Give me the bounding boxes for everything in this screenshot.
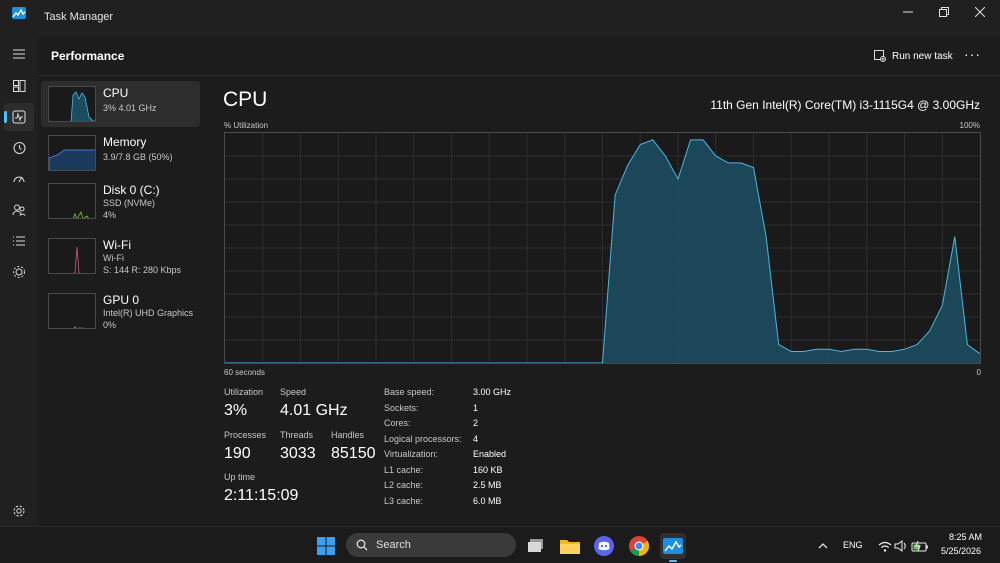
clock-time[interactable]: 8:25 AM [949, 532, 982, 542]
device-name: Memory [103, 135, 147, 149]
run-new-task-button[interactable]: Run new task [874, 46, 953, 66]
page-title: Performance [51, 49, 125, 63]
cpu-thumbnail-graph [48, 86, 96, 122]
settings-icon[interactable] [4, 498, 34, 524]
handles-label: Handles [331, 430, 365, 440]
run-new-task-label: Run new task [892, 50, 953, 62]
task-manager-app-icon [12, 7, 26, 19]
speed-value: 4.01 GHz [280, 402, 348, 419]
device-item-gpu[interactable]: GPU 0 Intel(R) UHD Graphics 0% [41, 288, 200, 334]
device-name: GPU 0 [103, 293, 140, 307]
y-axis-label: % Utilization [224, 121, 269, 130]
device-detail: 3.9/7.8 GB (50%) [103, 152, 173, 162]
virtualization-label: Virtualization: [384, 449, 438, 459]
cpu-model: 11th Gen Intel(R) Core(TM) i3-1115G4 @ 3… [710, 98, 980, 112]
cores-label: Cores: [384, 418, 411, 428]
processes-value: 190 [224, 445, 251, 462]
active-app-indicator [669, 560, 677, 562]
device-usage: 4% [103, 210, 117, 220]
l2-cache-value: 2.5 MB [473, 480, 502, 490]
processes-icon[interactable] [4, 72, 34, 100]
hamburger-menu-icon[interactable] [4, 40, 34, 68]
l3-cache-label: L3 cache: [384, 496, 424, 506]
device-detail: SSD (NVMe) [103, 198, 156, 208]
device-name: Disk 0 (C:) [103, 183, 160, 197]
device-item-memory[interactable]: Memory 3.9/7.8 GB (50%) [41, 130, 200, 176]
search-placeholder: Search [376, 539, 411, 551]
base-speed-label: Base speed: [384, 387, 435, 397]
task-view-icon[interactable] [523, 533, 549, 559]
taskbar-search-box[interactable]: Search [346, 533, 516, 557]
wifi-thumbnail-graph [48, 238, 96, 274]
main-panel: Performance Run new task ··· CPU 3% 4.01… [38, 36, 1000, 526]
utilization-label: Utilization [224, 387, 264, 397]
discord-icon[interactable] [591, 533, 617, 559]
uptime-value: 2:11:15:09 [224, 487, 299, 504]
restore-button[interactable] [926, 0, 962, 24]
l3-cache-value: 6.0 MB [473, 496, 502, 506]
page-header: Performance Run new task ··· [38, 36, 1000, 76]
run-task-icon [874, 50, 886, 62]
chrome-icon[interactable] [626, 533, 652, 559]
device-item-cpu[interactable]: CPU 3% 4.01 GHz [41, 81, 200, 127]
device-item-wifi[interactable]: Wi-Fi Wi-Fi S: 144 R: 280 Kbps [41, 233, 200, 279]
device-name: CPU [103, 86, 129, 100]
l1-cache-label: L1 cache: [384, 465, 424, 475]
clock-date[interactable]: 5/25/2026 [941, 546, 981, 556]
services-icon[interactable] [4, 258, 34, 286]
sockets-label: Sockets: [384, 403, 419, 413]
device-detail: Wi-Fi [103, 253, 124, 263]
detail-title: CPU [223, 88, 268, 111]
base-speed-value: 3.00 GHz [473, 387, 512, 397]
gpu-thumbnail-graph [48, 293, 96, 329]
device-detail: Intel(R) UHD Graphics [103, 308, 194, 318]
threads-value: 3033 [280, 445, 316, 462]
threads-label: Threads [280, 430, 314, 440]
startup-apps-icon[interactable] [4, 165, 34, 193]
details-icon[interactable] [4, 227, 34, 255]
logical-processors-label: Logical processors: [384, 434, 462, 444]
battery-charging-icon[interactable] [907, 533, 933, 559]
chevron-up-icon[interactable] [810, 533, 836, 559]
more-options-button[interactable]: ··· [964, 46, 981, 62]
disk-thumbnail-graph [48, 183, 96, 219]
file-explorer-icon[interactable] [557, 533, 583, 559]
l2-cache-label: L2 cache: [384, 480, 424, 490]
cores-value: 2 [473, 418, 479, 428]
search-icon [356, 539, 368, 551]
memory-thumbnail-graph [48, 135, 96, 171]
task-manager-taskbar-icon[interactable] [660, 533, 686, 562]
device-item-disk[interactable]: Disk 0 (C:) SSD (NVMe) 4% [41, 178, 200, 224]
x-axis-right-label: 0 [976, 368, 981, 377]
device-usage: 0% [103, 320, 117, 330]
taskbar: Search ENG 8:25 AM 5/25/2026 [0, 526, 1000, 563]
sockets-value: 1 [473, 403, 479, 413]
device-detail: 3% 4.01 GHz [103, 103, 157, 113]
x-axis-left-label: 60 seconds [224, 368, 265, 377]
language-indicator[interactable]: ENG [843, 540, 863, 550]
app-history-icon[interactable] [4, 134, 34, 162]
l1-cache-value: 160 KB [473, 465, 503, 475]
title-bar: Task Manager [0, 0, 1000, 36]
handles-value: 85150 [331, 445, 376, 462]
window-title: Task Manager [44, 11, 114, 23]
start-windows-icon[interactable] [313, 533, 339, 559]
uptime-label: Up time [224, 472, 256, 482]
minimize-button[interactable] [890, 0, 926, 24]
speed-label: Speed [280, 387, 307, 397]
logical-processors-value: 4 [473, 434, 479, 444]
device-throughput: S: 144 R: 280 Kbps [103, 265, 182, 275]
performance-icon[interactable] [4, 103, 34, 131]
virtualization-value: Enabled [473, 449, 507, 459]
cpu-utilization-graph [224, 132, 981, 364]
utilization-value: 3% [224, 402, 248, 419]
users-icon[interactable] [4, 196, 34, 224]
device-name: Wi-Fi [103, 238, 131, 252]
close-button[interactable] [962, 0, 998, 24]
processes-label: Processes [224, 430, 267, 440]
navigation-rail [0, 36, 38, 526]
cpu-chart-svg [225, 133, 981, 364]
y-axis-max: 100% [959, 121, 980, 130]
